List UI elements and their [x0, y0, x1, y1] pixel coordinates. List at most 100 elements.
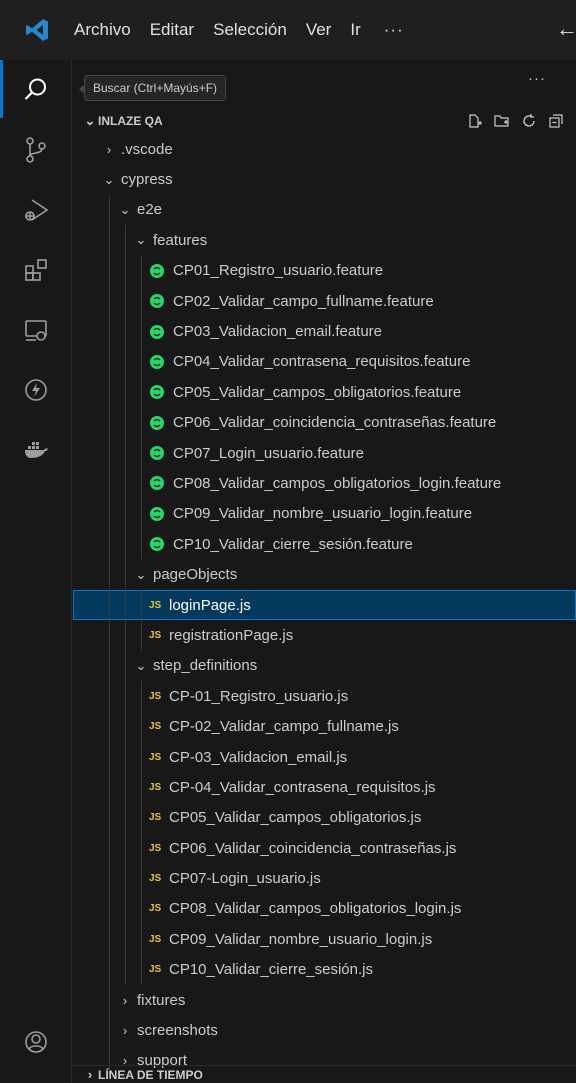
- tree-folder[interactable]: ⌄ pageObjects: [73, 559, 576, 590]
- indent-guide: [125, 681, 126, 712]
- remote-explorer-icon[interactable]: [0, 302, 72, 358]
- timeline-section-header[interactable]: › LÍNEA DE TIEMPO: [73, 1065, 576, 1083]
- indent-guide: [141, 620, 142, 651]
- menu-ir[interactable]: Ir: [350, 20, 360, 40]
- tree-file[interactable]: JS loginPage.js: [73, 589, 576, 621]
- indent-guide: [141, 589, 142, 621]
- tree-folder[interactable]: ⌄ e2e: [73, 194, 576, 226]
- menu-bar: Archivo Editar Selección Ver Ir ···: [74, 20, 404, 40]
- tree-file[interactable]: JS registrationPage.js: [73, 620, 576, 651]
- indent-guide: [125, 832, 126, 864]
- tree-item-label: CP04_Validar_contrasena_requisitos.featu…: [173, 353, 471, 371]
- tree-file[interactable]: JS CP-01_Registro_usuario.js: [73, 681, 576, 712]
- indent-guide: [125, 255, 126, 286]
- indent-guide: [109, 741, 110, 773]
- indent-guide: [125, 468, 126, 499]
- indent-guide: [125, 559, 126, 590]
- tree-folder[interactable]: ⌄ step_definitions: [73, 650, 576, 682]
- indent-guide: [109, 225, 110, 256]
- collapse-all-icon[interactable]: [547, 112, 564, 129]
- tree-file[interactable]: CP05_Validar_campos_obligatorios.feature: [73, 377, 576, 408]
- indent-guide: [109, 650, 110, 682]
- js-file-icon: JS: [149, 690, 162, 702]
- chevron-down-icon: ⌄: [135, 657, 147, 673]
- indent-guide: [109, 559, 110, 590]
- tree-file[interactable]: JS CP06_Validar_coincidencia_contraseñas.…: [73, 832, 576, 864]
- tree-file[interactable]: CP02_Validar_campo_fullname.feature: [73, 285, 576, 317]
- menu-ver[interactable]: Ver: [306, 20, 332, 40]
- tree-folder[interactable]: › fixtures: [73, 984, 576, 1016]
- tree-file[interactable]: CP10_Validar_cierre_sesión.feature: [73, 529, 576, 560]
- tree-file[interactable]: JS CP-02_Validar_campo_fullname.js: [73, 711, 576, 742]
- docker-icon[interactable]: [0, 422, 72, 478]
- tree-item-label: CP08_Validar_campos_obligatorios_login.f…: [173, 474, 502, 492]
- indent-guide: [125, 772, 126, 803]
- tree-file[interactable]: CP04_Validar_contrasena_requisitos.featu…: [73, 346, 576, 378]
- run-debug-icon[interactable]: [0, 182, 72, 238]
- menu-editar[interactable]: Editar: [150, 20, 194, 40]
- tree-item-label: CP10_Validar_cierre_sesión.js: [169, 961, 373, 979]
- tree-file[interactable]: CP03_Validacion_email.feature: [73, 316, 576, 347]
- source-control-icon[interactable]: [0, 122, 72, 178]
- search-icon[interactable]: [0, 62, 72, 118]
- menu-more-button[interactable]: ···: [384, 20, 404, 40]
- tree-item-label: CP07-Login_usuario.js: [169, 870, 321, 888]
- indent-guide: [141, 346, 142, 378]
- sidebar-more-button[interactable]: ···: [528, 70, 546, 87]
- refresh-icon[interactable]: [520, 112, 537, 129]
- tree-item-label: CP07_Login_usuario.feature: [173, 444, 364, 462]
- chevron-right-icon: ›: [106, 141, 112, 157]
- indent-guide: [125, 620, 126, 651]
- indent-guide: [141, 498, 142, 530]
- indent-guide: [109, 772, 110, 803]
- tree-item-label: pageObjects: [153, 566, 238, 584]
- tree-file[interactable]: JS CP-03_Validacion_email.js: [73, 741, 576, 773]
- js-file-icon: JS: [149, 873, 162, 885]
- menu-archivo[interactable]: Archivo: [74, 20, 131, 40]
- js-file-icon: JS: [149, 933, 162, 945]
- new-folder-icon[interactable]: [493, 112, 510, 129]
- tree-file[interactable]: JS CP07-Login_usuario.js: [73, 863, 576, 894]
- indent-guide: [141, 711, 142, 742]
- menu-seleccion[interactable]: Selección: [213, 20, 287, 40]
- tree-folder[interactable]: › screenshots: [73, 1015, 576, 1046]
- tree-file[interactable]: CP07_Login_usuario.feature: [73, 437, 576, 469]
- chevron-down-icon: ⌄: [119, 201, 131, 217]
- indent-guide: [125, 954, 126, 985]
- tree-file[interactable]: JS CP-04_Validar_contrasena_requisitos.js: [73, 772, 576, 803]
- accounts-icon[interactable]: [0, 1014, 72, 1070]
- indent-guide: [109, 863, 110, 894]
- tree-item-label: CP03_Validacion_email.feature: [173, 323, 383, 341]
- back-arrow-icon[interactable]: ←: [556, 16, 576, 42]
- indent-guide: [125, 802, 126, 833]
- chevron-down-icon: ⌄: [103, 171, 115, 187]
- indent-guide: [141, 954, 142, 985]
- indent-guide: [141, 741, 142, 773]
- tree-file[interactable]: CP09_Validar_nombre_usuario_login.featur…: [73, 498, 576, 530]
- indent-guide: [141, 772, 142, 803]
- chevron-right-icon: ›: [122, 1023, 128, 1039]
- tree-folder[interactable]: ⌄ features: [73, 225, 576, 256]
- tree-item-label: cypress: [121, 171, 173, 189]
- tree-file[interactable]: JS CP09_Validar_nombre_usuario_login.js: [73, 924, 576, 955]
- extensions-icon[interactable]: [0, 242, 72, 298]
- tree-folder[interactable]: › .vscode: [73, 134, 576, 164]
- explorer-section-header[interactable]: ⌄ INLAZE QA: [73, 108, 576, 134]
- cucumber-icon: [150, 294, 164, 309]
- tree-file[interactable]: CP06_Validar_coincidencia_contraseñas.fe…: [73, 407, 576, 438]
- tree-file[interactable]: CP01_Registro_usuario.feature: [73, 255, 576, 286]
- thunder-client-icon[interactable]: [0, 362, 72, 418]
- vscode-logo-icon: [0, 0, 74, 60]
- tree-item-label: CP08_Validar_campos_obligatorios_login.j…: [169, 900, 462, 918]
- indent-guide: [125, 407, 126, 438]
- tree-file[interactable]: JS CP05_Validar_campos_obligatorios.js: [73, 802, 576, 833]
- tree-file[interactable]: CP08_Validar_campos_obligatorios_login.f…: [73, 468, 576, 499]
- indent-guide: [109, 468, 110, 499]
- tree-folder[interactable]: ⌄ cypress: [73, 164, 576, 194]
- indent-guide: [109, 194, 110, 226]
- tree-file[interactable]: JS CP10_Validar_cierre_sesión.js: [73, 954, 576, 985]
- new-file-icon[interactable]: [466, 112, 483, 129]
- tree-file[interactable]: JS CP08_Validar_campos_obligatorios_login…: [73, 893, 576, 925]
- indent-guide: [125, 437, 126, 469]
- indent-guide: [109, 681, 110, 712]
